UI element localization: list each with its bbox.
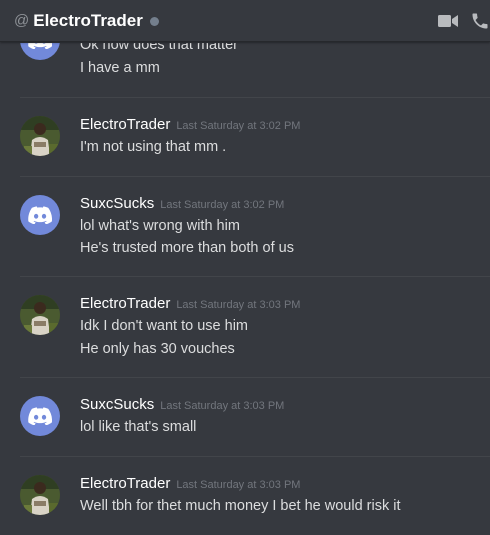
user-photo-icon: [20, 475, 60, 515]
video-camera-icon[interactable]: [438, 13, 458, 29]
message-author[interactable]: ElectroTrader Last Saturday at 3:02 PM: [80, 116, 300, 133]
message-text: Ok how does that matter: [80, 43, 238, 53]
message-author[interactable]: SuxcSucks Last Saturday at 3:02 PM: [80, 195, 284, 212]
avatar[interactable]: [20, 116, 60, 156]
message-group: ElectroTrader Last Saturday at 3:03 PM We…: [0, 457, 490, 535]
phone-icon[interactable]: [470, 11, 490, 31]
user-photo-icon: [20, 295, 60, 335]
message-author[interactable]: ElectroTrader Last Saturday at 3:03 PM: [80, 295, 300, 312]
author-name[interactable]: SuxcSucks: [80, 195, 154, 212]
status-offline-icon: [149, 17, 159, 26]
message-timestamp: Last Saturday at 3:02 PM: [160, 199, 285, 211]
avatar[interactable]: [20, 43, 60, 60]
message-timestamp: Last Saturday at 3:03 PM: [160, 400, 285, 412]
message-text: lol what's wrong with him: [80, 218, 240, 234]
message-list: Ok how does that matter I have a mm Elec…: [0, 43, 490, 535]
channel-header: @ ElectroTrader: [0, 0, 490, 42]
discord-logo-icon: [28, 407, 52, 425]
message-group: Ok how does that matter I have a mm: [0, 43, 490, 98]
message-group: ElectroTrader Last Saturday at 3:03 PM Id…: [0, 277, 490, 377]
message-text: He's trusted more than both of us: [80, 240, 294, 256]
avatar[interactable]: [20, 195, 60, 235]
message-group: ElectroTrader Last Saturday at 3:02 PM I'…: [0, 98, 490, 176]
author-name[interactable]: ElectroTrader: [80, 475, 170, 492]
user-photo-icon: [20, 116, 60, 156]
message-text: I'm not using that mm .: [80, 139, 227, 155]
avatar[interactable]: [20, 475, 60, 515]
message-timestamp: Last Saturday at 3:03 PM: [176, 479, 301, 491]
author-name[interactable]: ElectroTrader: [80, 295, 170, 312]
discord-logo-icon: [28, 206, 52, 224]
message-timestamp: Last Saturday at 3:03 PM: [176, 299, 301, 311]
message-author[interactable]: ElectroTrader Last Saturday at 3:03 PM: [80, 475, 300, 492]
message-timestamp: Last Saturday at 3:02 PM: [176, 120, 301, 132]
message-text: lol like that's small: [80, 419, 197, 435]
message-author[interactable]: SuxcSucks Last Saturday at 3:03 PM: [80, 396, 284, 413]
channel-title[interactable]: ElectroTrader: [33, 11, 143, 31]
at-symbol: @: [14, 12, 30, 29]
discord-logo-icon: [28, 43, 52, 49]
author-name[interactable]: SuxcSucks: [80, 396, 154, 413]
message-text: He only has 30 vouches: [80, 341, 235, 357]
message-group: SuxcSucks Last Saturday at 3:03 PM lol li…: [0, 378, 490, 456]
author-name[interactable]: ElectroTrader: [80, 116, 170, 133]
message-text: Well tbh for thet much money I bet he wo…: [80, 498, 401, 514]
avatar[interactable]: [20, 396, 60, 436]
header-actions: [438, 0, 490, 42]
message-text: Idk I don't want to use him: [80, 318, 248, 334]
message-group: SuxcSucks Last Saturday at 3:02 PM lol wh…: [0, 177, 490, 275]
message-text: I have a mm: [80, 60, 160, 76]
avatar[interactable]: [20, 295, 60, 335]
